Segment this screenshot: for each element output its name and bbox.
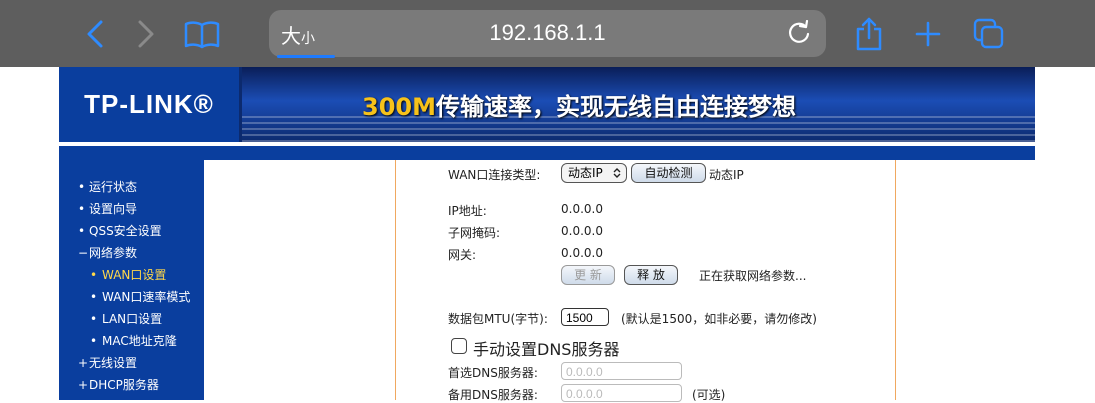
sidebar-item-label: 无线设置 [89,356,138,370]
forward-button[interactable] [126,14,166,54]
conn-type-selected: 动态IP [568,166,603,180]
bullet-icon: • [78,180,86,194]
slogan-number: 300M [362,93,436,121]
sidebar-item-label: DHCP服务器 [89,378,159,392]
router-header: TP-LINK® 300M传输速率，实现无线自由连接梦想 [59,67,1035,142]
expand-icon: + [78,356,89,370]
sidebar-item-lan[interactable]: • LAN口设置 [59,308,204,330]
primary-dns-input[interactable]: 0.0.0.0 [561,362,682,380]
sidebar-item-label: MAC地址克隆 [102,334,177,348]
bullet-icon: • [78,202,86,216]
tabs-button[interactable] [969,14,1009,54]
bullet-icon: • [78,224,86,238]
sidebar-item-qss[interactable]: • QSS安全设置 [59,220,204,242]
sidebar-item-label: 运行状态 [89,180,138,194]
url-text: 192.168.1.1 [489,20,606,45]
bullet-icon: • [90,268,98,282]
slogan-text: 传输速率，实现无线自由连接梦想 [435,93,796,121]
conn-type-label: WAN口连接类型: [448,168,541,182]
secondary-dns-input[interactable]: 0.0.0.0 [561,384,682,402]
chevron-left-icon [87,20,103,48]
tabs-icon [973,18,1004,49]
sidebar-item-label: WAN口速率模式 [102,290,191,304]
tp-link-logo: TP-LINK® [59,67,239,142]
mask-label: 子网掩码: [448,226,501,240]
logo-text: TP-LINK® [84,89,214,119]
sidebar-item-dhcp[interactable]: + DHCP服务器 [59,374,204,396]
sidebar-item-status[interactable]: • 运行状态 [59,176,204,198]
header-banner: 300M传输速率，实现无线自由连接梦想 [242,67,1035,142]
mtu-label: 数据包MTU(字节): [448,312,548,326]
browser-toolbar: 大小 192.168.1.1 [0,0,1095,67]
sidebar-item-wan[interactable]: • WAN口设置 [59,264,204,286]
sidebar-item-network[interactable]: − 网络参数 [59,242,204,264]
chevron-updown-icon [613,168,621,178]
mtu-input[interactable]: 1500 [561,308,609,326]
ip-value: 0.0.0.0 [561,202,603,216]
secondary-dns-label: 备用DNS服务器: [448,388,538,402]
share-icon [856,17,882,51]
address-bar[interactable]: 大小 192.168.1.1 [269,10,826,57]
mask-value: 0.0.0.0 [561,224,603,238]
manual-dns-label: 手动设置DNS服务器 [473,340,620,359]
conn-type-desc: 动态IP [709,168,744,182]
expand-icon: + [78,378,89,392]
sidebar-item-label: LAN口设置 [102,312,163,326]
bullet-icon: • [90,312,98,326]
collapse-icon: − [78,246,89,260]
reload-icon [788,20,810,43]
release-button[interactable]: 释 放 [624,265,678,285]
bullet-icon: • [90,334,98,348]
sidebar-item-wan-speed[interactable]: • WAN口速率模式 [59,286,204,308]
renew-button[interactable]: 更 新 [561,265,615,285]
status-text: 正在获取网络参数... [699,269,807,283]
sidebar-item-wireless[interactable]: + 无线设置 [59,352,204,374]
conn-type-select[interactable]: 动态IP [561,163,627,183]
sidebar-item-label: QSS安全设置 [89,224,162,238]
gateway-value: 0.0.0.0 [561,246,603,260]
back-button[interactable] [75,14,115,54]
bullet-icon: • [90,290,98,304]
reload-button[interactable] [786,20,812,46]
share-button[interactable] [849,14,889,54]
chevron-right-icon [138,20,154,48]
sidebar-item-label: 设置向导 [89,202,138,216]
sidebar-menu: • 运行状态 • 设置向导 • QSS安全设置 − 网络参数 • WAN口设置 • WAN口… [59,146,204,400]
banner-slogan: 300M传输速率，实现无线自由连接梦想 [362,87,796,122]
sidebar-item-label: WAN口设置 [102,268,167,282]
autodetect-button[interactable]: 自动检测 [631,163,706,183]
content-top-strip [59,146,1035,160]
mtu-hint: (默认是1500，如非必要，请勿修改) [621,312,817,326]
optional-label: (可选) [692,388,726,402]
sidebar-item-label: 网络参数 [89,246,138,260]
sidebar-item-wizard[interactable]: • 设置向导 [59,198,204,220]
gateway-label: 网关: [448,248,477,262]
sidebar-corner [204,160,244,200]
wan-settings-panel: WAN口连接类型: 动态IP 自动检测 动态IP IP地址: 0.0.0.0 子… [395,160,896,402]
sidebar-item-mac-clone[interactable]: • MAC地址克隆 [59,330,204,352]
plus-icon [915,21,941,47]
bookmarks-button[interactable] [182,14,222,54]
manual-dns-checkbox[interactable] [451,338,467,354]
loading-progress-bar [277,55,335,58]
ip-label: IP地址: [448,204,487,218]
primary-dns-label: 首选DNS服务器: [448,366,538,380]
book-icon [184,21,220,49]
new-tab-button[interactable] [908,14,948,54]
